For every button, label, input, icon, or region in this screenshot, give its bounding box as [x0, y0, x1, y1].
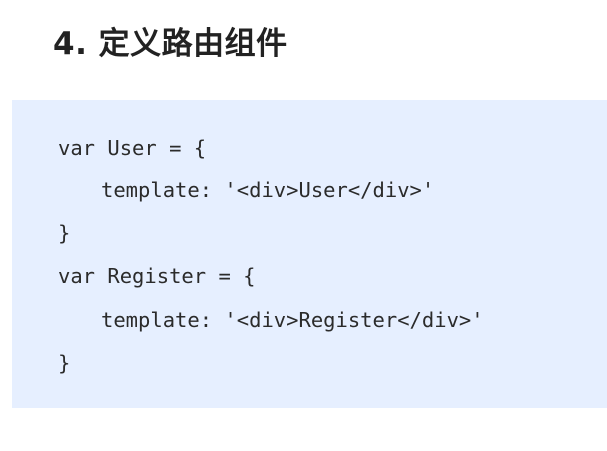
code-line-register-declaration: var Register = {	[58, 264, 256, 288]
code-line-user-template: template: '<div>User</div>'	[101, 178, 435, 202]
code-line-register-template: template: '<div>Register</div>'	[101, 308, 484, 332]
slide-page: 4. 定义路由组件 var User = { template: '<div>U…	[0, 0, 607, 451]
code-block: var User = { template: '<div>User</div>'…	[12, 100, 607, 408]
section-title: 4. 定义路由组件	[53, 26, 288, 62]
code-line-register-close: }	[58, 351, 71, 375]
code-line-user-close: }	[58, 221, 71, 245]
code-line-user-declaration: var User = {	[58, 136, 207, 160]
